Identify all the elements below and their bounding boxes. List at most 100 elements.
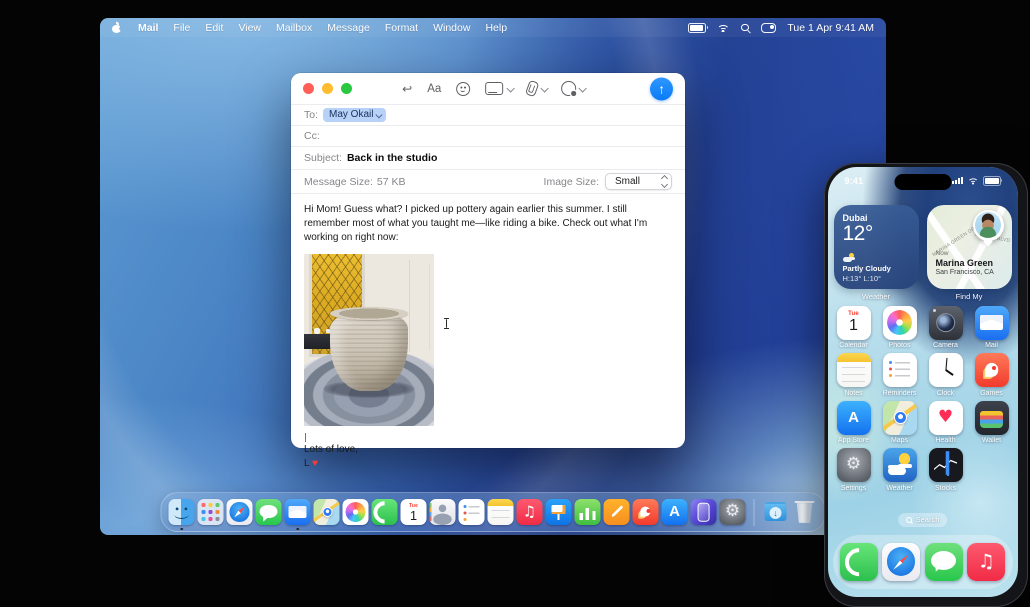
format-button[interactable]: Aa xyxy=(427,83,441,95)
dock-settings[interactable] xyxy=(719,499,746,525)
iphone-app-calendar[interactable]: Tue 1 Calendar xyxy=(831,305,876,349)
window-titlebar[interactable]: Aa ↑ xyxy=(291,73,685,105)
iphone-dock-messages[interactable] xyxy=(923,542,966,581)
menu-format[interactable]: Format xyxy=(385,22,418,34)
iphone-app-reminders[interactable]: Reminders xyxy=(877,353,922,397)
app-label-clock: Clock xyxy=(936,389,955,397)
iphone-app-grid: Tue 1 Calendar Photos Camera Mail Notes Reminde… xyxy=(831,305,1015,492)
menu-bar-clock[interactable]: Tue 1 Apr 9:41 AM xyxy=(787,22,874,34)
menu-message[interactable]: Message xyxy=(327,22,370,34)
numbers-icon xyxy=(574,499,601,525)
iphone-app-games[interactable]: Games xyxy=(969,353,1014,397)
menu-mailbox[interactable]: Mailbox xyxy=(276,22,312,34)
iphone-app-stocks[interactable]: Stocks xyxy=(923,448,968,492)
iphone-app-weather[interactable]: Weather xyxy=(877,448,922,492)
emoji-button[interactable] xyxy=(456,81,471,96)
calendar-day: 1 xyxy=(849,317,858,335)
mail-icon xyxy=(284,499,311,525)
undo-button[interactable] xyxy=(402,80,412,98)
maps-icon xyxy=(882,400,917,435)
dock-pages[interactable] xyxy=(603,499,630,525)
iphone-app-wallet[interactable]: Wallet xyxy=(969,400,1014,444)
menu-window[interactable]: Window xyxy=(433,22,470,34)
dock-downloads[interactable] xyxy=(763,499,789,525)
traffic-lights xyxy=(303,83,352,94)
close-button[interactable] xyxy=(303,83,314,94)
send-button[interactable]: ↑ xyxy=(650,77,673,100)
menu-help[interactable]: Help xyxy=(485,22,507,34)
running-indicator xyxy=(296,527,299,530)
cc-field[interactable]: Cc: xyxy=(291,126,685,147)
menu-view[interactable]: View xyxy=(238,22,261,34)
phone-icon xyxy=(371,499,398,525)
menu-bar: Mail File Edit View Mailbox Message Format Wind… xyxy=(100,18,886,37)
control-center-icon[interactable] xyxy=(761,22,777,33)
recipient-token[interactable]: May Okail xyxy=(323,108,386,122)
dock-contacts[interactable] xyxy=(429,499,456,525)
send-arrow-icon: ↑ xyxy=(658,81,665,96)
dock-phone[interactable] xyxy=(371,499,398,525)
dock-maps[interactable] xyxy=(313,499,340,525)
dock-numbers[interactable] xyxy=(574,499,601,525)
wifi-icon[interactable] xyxy=(717,23,730,32)
to-field[interactable]: To: May Okail xyxy=(291,105,685,126)
dock-launchpad[interactable] xyxy=(197,499,224,525)
menu-file[interactable]: File xyxy=(173,22,190,34)
iphone-app-clock[interactable]: Clock xyxy=(923,353,968,397)
chevron-down-icon xyxy=(578,83,587,92)
iphone-dock-phone[interactable] xyxy=(838,542,881,581)
iphone-app-photos[interactable]: Photos xyxy=(877,305,922,349)
app-label-notes: Notes xyxy=(844,389,863,397)
insert-menu-button[interactable] xyxy=(561,81,587,96)
music-icon xyxy=(967,542,1006,581)
clock-icon xyxy=(928,353,963,387)
image-size-label: Image Size: xyxy=(543,175,599,188)
dock-mail[interactable] xyxy=(284,499,311,530)
stocks-icon xyxy=(928,448,963,482)
iphone-app-health[interactable]: Health xyxy=(923,400,968,444)
apple-menu-icon[interactable] xyxy=(112,23,121,33)
battery-icon[interactable] xyxy=(688,22,709,33)
home-search-button[interactable]: Search xyxy=(897,512,948,527)
spotlight-search-icon[interactable] xyxy=(740,23,750,33)
dock-trash[interactable] xyxy=(792,499,818,525)
iphone-dock-safari[interactable] xyxy=(880,542,923,581)
finder-icon xyxy=(168,499,195,525)
message-body[interactable]: Hi Mom! Guess what? I picked up pottery … xyxy=(291,194,685,470)
dock-app-store[interactable] xyxy=(661,499,688,525)
dock-notes[interactable] xyxy=(487,499,514,525)
pottery-photo-attachment[interactable] xyxy=(304,254,434,426)
subject-field[interactable]: Subject: Back in the studio xyxy=(291,147,685,170)
dock-safari[interactable] xyxy=(226,499,253,525)
menu-edit[interactable]: Edit xyxy=(205,22,223,34)
dock-calendar[interactable]: Tue 1 xyxy=(400,499,427,525)
dock-keynote[interactable] xyxy=(545,499,572,525)
emoji-icon xyxy=(456,81,471,96)
cc-label: Cc: xyxy=(304,130,320,142)
find-my-widget[interactable]: MARINA GREEN DR MARINA BLVD Now Marina G… xyxy=(926,204,1012,289)
iphone-dock-music[interactable] xyxy=(965,542,1008,581)
app-label-mail: Mail xyxy=(985,342,998,349)
dock-iphone-mirroring[interactable] xyxy=(690,499,717,525)
dock-reminders[interactable] xyxy=(458,499,485,525)
photo-browser-button[interactable] xyxy=(485,81,515,96)
iphone-app-app-store[interactable]: App Store xyxy=(831,400,876,444)
dock-games[interactable] xyxy=(632,499,659,525)
zoom-button[interactable] xyxy=(341,83,352,94)
iphone-app-mail[interactable]: Mail xyxy=(969,305,1014,349)
attach-button[interactable] xyxy=(525,79,549,98)
downloads-folder-icon xyxy=(763,499,789,525)
iphone-app-notes[interactable]: Notes xyxy=(831,353,876,397)
dock-finder[interactable] xyxy=(168,499,195,530)
dock-music[interactable] xyxy=(516,499,543,525)
menu-mail[interactable]: Mail xyxy=(138,22,158,34)
minimize-button[interactable] xyxy=(322,83,333,94)
image-size-popup[interactable]: Small xyxy=(605,173,672,190)
iphone-app-camera[interactable]: Camera xyxy=(923,305,968,349)
dock-photos[interactable] xyxy=(342,499,369,525)
dock-messages[interactable] xyxy=(255,499,282,525)
image-size-value: Small xyxy=(615,176,641,187)
iphone-app-maps[interactable]: Maps xyxy=(877,400,922,444)
iphone-app-settings[interactable]: Settings xyxy=(831,448,876,492)
weather-widget[interactable]: Dubai 12° Partly Cloudy H:13° L:10° xyxy=(833,204,919,289)
